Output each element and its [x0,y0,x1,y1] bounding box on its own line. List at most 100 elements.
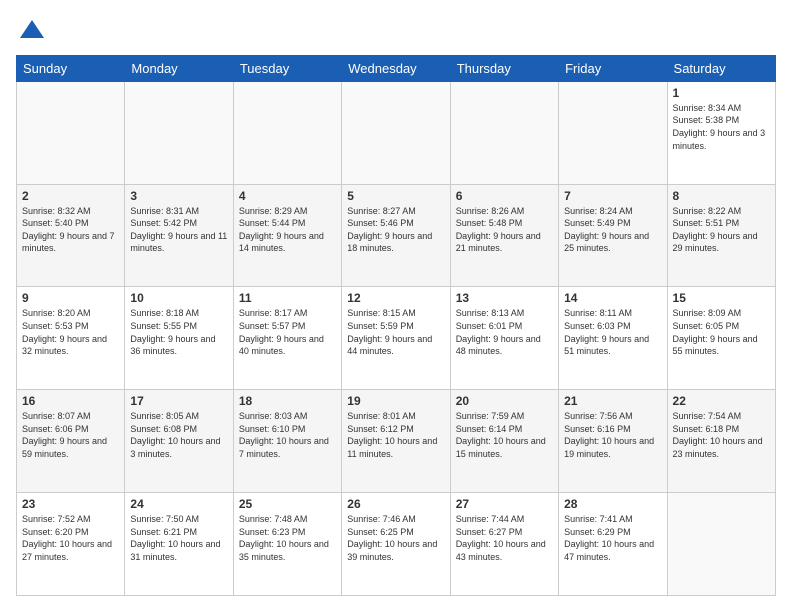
day-number: 3 [130,189,227,203]
page: SundayMondayTuesdayWednesdayThursdayFrid… [0,0,792,612]
day-info: Sunrise: 8:11 AM Sunset: 6:03 PM Dayligh… [564,307,661,357]
day-number: 19 [347,394,444,408]
day-number: 1 [673,86,770,100]
day-number: 10 [130,291,227,305]
day-number: 12 [347,291,444,305]
week-row-4: 16 Sunrise: 8:07 AM Sunset: 6:06 PM Dayli… [17,390,776,493]
day-cell: 8 Sunrise: 8:22 AM Sunset: 5:51 PM Daylig… [667,184,775,287]
day-number: 24 [130,497,227,511]
day-cell: 4 Sunrise: 8:29 AM Sunset: 5:44 PM Daylig… [233,184,341,287]
day-cell: 15 Sunrise: 8:09 AM Sunset: 6:05 PM Dayli… [667,287,775,390]
day-info: Sunrise: 8:31 AM Sunset: 5:42 PM Dayligh… [130,205,227,255]
calendar-table: SundayMondayTuesdayWednesdayThursdayFrid… [16,55,776,596]
day-number: 15 [673,291,770,305]
weekday-header-thursday: Thursday [450,55,558,81]
week-row-2: 2 Sunrise: 8:32 AM Sunset: 5:40 PM Daylig… [17,184,776,287]
logo-icon [18,16,46,44]
day-info: Sunrise: 8:22 AM Sunset: 5:51 PM Dayligh… [673,205,770,255]
day-info: Sunrise: 8:18 AM Sunset: 5:55 PM Dayligh… [130,307,227,357]
header [16,16,776,45]
day-cell: 19 Sunrise: 8:01 AM Sunset: 6:12 PM Dayli… [342,390,450,493]
day-info: Sunrise: 7:50 AM Sunset: 6:21 PM Dayligh… [130,513,227,563]
day-info: Sunrise: 7:52 AM Sunset: 6:20 PM Dayligh… [22,513,119,563]
day-cell: 1 Sunrise: 8:34 AM Sunset: 5:38 PM Daylig… [667,81,775,184]
day-cell [125,81,233,184]
day-number: 22 [673,394,770,408]
day-info: Sunrise: 8:29 AM Sunset: 5:44 PM Dayligh… [239,205,336,255]
day-number: 8 [673,189,770,203]
week-row-1: 1 Sunrise: 8:34 AM Sunset: 5:38 PM Daylig… [17,81,776,184]
day-cell: 7 Sunrise: 8:24 AM Sunset: 5:49 PM Daylig… [559,184,667,287]
weekday-header-sunday: Sunday [17,55,125,81]
day-cell: 2 Sunrise: 8:32 AM Sunset: 5:40 PM Daylig… [17,184,125,287]
day-cell: 5 Sunrise: 8:27 AM Sunset: 5:46 PM Daylig… [342,184,450,287]
day-info: Sunrise: 8:09 AM Sunset: 6:05 PM Dayligh… [673,307,770,357]
day-number: 2 [22,189,119,203]
logo [16,16,46,45]
week-row-3: 9Sunrise: 8:20 AM Sunset: 5:53 PM Daylig… [17,287,776,390]
day-number: 16 [22,394,119,408]
day-number: 9 [22,291,119,305]
weekday-header-row: SundayMondayTuesdayWednesdayThursdayFrid… [17,55,776,81]
day-info: Sunrise: 7:44 AM Sunset: 6:27 PM Dayligh… [456,513,553,563]
day-number: 25 [239,497,336,511]
day-number: 23 [22,497,119,511]
day-cell [342,81,450,184]
day-cell [667,493,775,596]
day-cell: 26 Sunrise: 7:46 AM Sunset: 6:25 PM Dayli… [342,493,450,596]
day-info: Sunrise: 7:54 AM Sunset: 6:18 PM Dayligh… [673,410,770,460]
day-info: Sunrise: 8:03 AM Sunset: 6:10 PM Dayligh… [239,410,336,460]
day-cell: 13Sunrise: 8:13 AM Sunset: 6:01 PM Dayli… [450,287,558,390]
day-number: 17 [130,394,227,408]
weekday-header-saturday: Saturday [667,55,775,81]
day-number: 20 [456,394,553,408]
day-info: Sunrise: 7:59 AM Sunset: 6:14 PM Dayligh… [456,410,553,460]
day-cell: 27 Sunrise: 7:44 AM Sunset: 6:27 PM Dayli… [450,493,558,596]
weekday-header-friday: Friday [559,55,667,81]
weekday-header-wednesday: Wednesday [342,55,450,81]
weekday-header-monday: Monday [125,55,233,81]
day-cell: 24 Sunrise: 7:50 AM Sunset: 6:21 PM Dayli… [125,493,233,596]
day-info: Sunrise: 8:34 AM Sunset: 5:38 PM Dayligh… [673,102,770,152]
day-info: Sunrise: 8:13 AM Sunset: 6:01 PM Dayligh… [456,307,553,357]
day-cell: 16 Sunrise: 8:07 AM Sunset: 6:06 PM Dayli… [17,390,125,493]
day-cell: 14Sunrise: 8:11 AM Sunset: 6:03 PM Dayli… [559,287,667,390]
day-cell: 28Sunrise: 7:41 AM Sunset: 6:29 PM Dayli… [559,493,667,596]
day-info: Sunrise: 8:26 AM Sunset: 5:48 PM Dayligh… [456,205,553,255]
day-cell: 12 Sunrise: 8:15 AM Sunset: 5:59 PM Dayli… [342,287,450,390]
day-number: 21 [564,394,661,408]
day-cell: 9Sunrise: 8:20 AM Sunset: 5:53 PM Daylig… [17,287,125,390]
day-info: Sunrise: 7:46 AM Sunset: 6:25 PM Dayligh… [347,513,444,563]
day-cell: 11Sunrise: 8:17 AM Sunset: 5:57 PM Dayli… [233,287,341,390]
day-info: Sunrise: 8:15 AM Sunset: 5:59 PM Dayligh… [347,307,444,357]
day-info: Sunrise: 8:32 AM Sunset: 5:40 PM Dayligh… [22,205,119,255]
logo-text [16,16,46,49]
week-row-5: 23 Sunrise: 7:52 AM Sunset: 6:20 PM Dayli… [17,493,776,596]
day-cell: 20 Sunrise: 7:59 AM Sunset: 6:14 PM Dayli… [450,390,558,493]
day-number: 7 [564,189,661,203]
weekday-header-tuesday: Tuesday [233,55,341,81]
day-number: 18 [239,394,336,408]
day-info: Sunrise: 8:24 AM Sunset: 5:49 PM Dayligh… [564,205,661,255]
day-number: 27 [456,497,553,511]
day-cell: 25Sunrise: 7:48 AM Sunset: 6:23 PM Dayli… [233,493,341,596]
day-cell: 18 Sunrise: 8:03 AM Sunset: 6:10 PM Dayli… [233,390,341,493]
day-cell [233,81,341,184]
day-info: Sunrise: 7:56 AM Sunset: 6:16 PM Dayligh… [564,410,661,460]
day-cell [450,81,558,184]
day-cell: 6 Sunrise: 8:26 AM Sunset: 5:48 PM Daylig… [450,184,558,287]
day-info: Sunrise: 8:05 AM Sunset: 6:08 PM Dayligh… [130,410,227,460]
day-info: Sunrise: 8:27 AM Sunset: 5:46 PM Dayligh… [347,205,444,255]
day-cell: 3 Sunrise: 8:31 AM Sunset: 5:42 PM Daylig… [125,184,233,287]
day-number: 4 [239,189,336,203]
day-cell: 23 Sunrise: 7:52 AM Sunset: 6:20 PM Dayli… [17,493,125,596]
day-cell: 22 Sunrise: 7:54 AM Sunset: 6:18 PM Dayli… [667,390,775,493]
day-number: 11 [239,291,336,305]
day-number: 26 [347,497,444,511]
day-info: Sunrise: 7:41 AM Sunset: 6:29 PM Dayligh… [564,513,661,563]
day-info: Sunrise: 8:07 AM Sunset: 6:06 PM Dayligh… [22,410,119,460]
day-info: Sunrise: 8:01 AM Sunset: 6:12 PM Dayligh… [347,410,444,460]
day-number: 6 [456,189,553,203]
day-number: 5 [347,189,444,203]
day-cell [559,81,667,184]
